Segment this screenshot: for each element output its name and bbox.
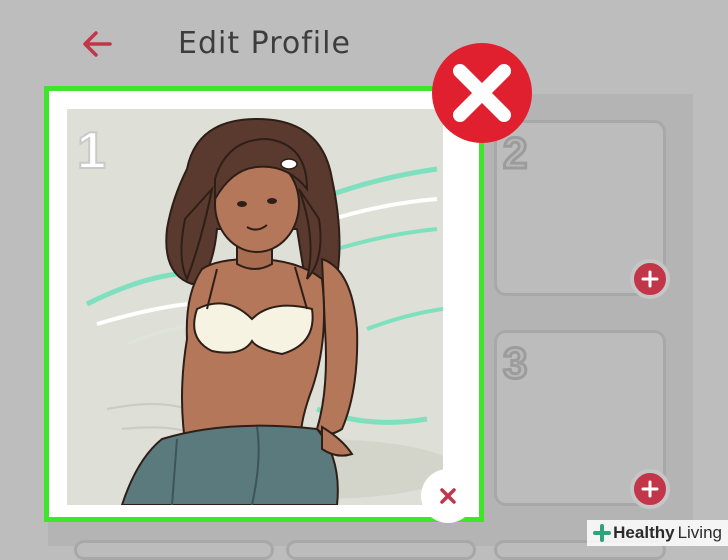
red-x-icon	[432, 43, 532, 143]
profile-photo-illustration	[85, 117, 443, 505]
remove-photo-button[interactable]	[421, 469, 475, 523]
slot-number: 1	[76, 121, 107, 181]
profile-photo	[67, 109, 443, 505]
healthy-living-logo-icon	[593, 524, 612, 542]
app-header: Edit Profile	[0, 0, 728, 88]
plus-icon	[641, 480, 659, 498]
add-photo-button-2[interactable]	[630, 259, 670, 299]
slot-number: 3	[501, 338, 529, 390]
back-button[interactable]	[80, 26, 116, 62]
plus-icon	[641, 270, 659, 288]
arrow-left-icon	[83, 31, 112, 57]
photo-slot-4[interactable]	[74, 540, 274, 560]
watermark: Healthy Living	[587, 520, 728, 546]
add-photo-button-3[interactable]	[630, 469, 670, 509]
page-title: Edit Profile	[178, 26, 351, 61]
photo-slot-1[interactable]: 1	[44, 86, 484, 523]
watermark-brand-light: Living	[677, 523, 722, 542]
watermark-brand-bold: Healthy	[613, 523, 675, 542]
close-icon	[440, 488, 456, 504]
photo-slot-5[interactable]	[286, 540, 476, 560]
